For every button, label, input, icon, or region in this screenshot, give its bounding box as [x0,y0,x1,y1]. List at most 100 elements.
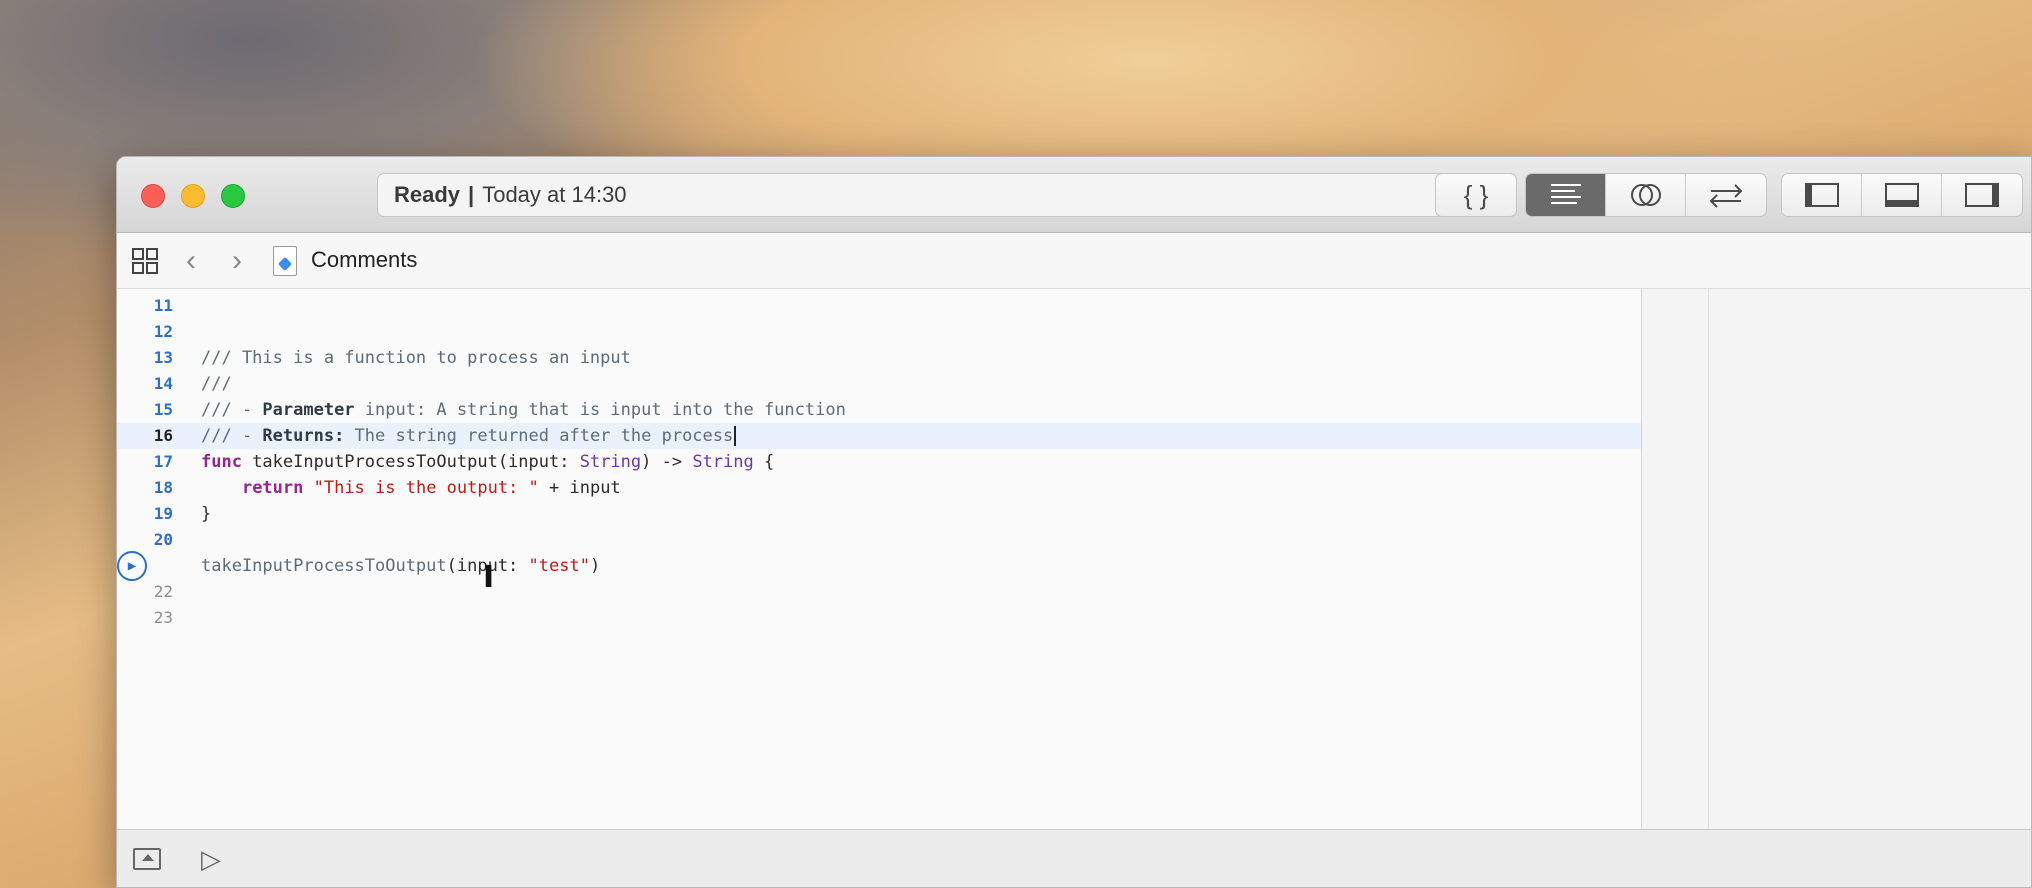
code-token: /// - [201,426,263,446]
line-number: 16 [153,426,173,445]
code-token: takeInputProcessToOutput(input: [241,452,580,472]
line-number: 20 [153,530,173,549]
code-line: 11 [117,293,1641,319]
results-divider [1708,289,1709,829]
line-number: 17 [153,452,173,471]
code-line: 18 return "This is the output: " + input [117,475,1641,501]
library-button-group: { } [1435,173,1517,217]
status-separator: | [468,182,475,207]
related-items-button[interactable] [131,247,159,275]
code-line: ▶ takeInputProcessToOutput(input: "test") [117,551,1641,581]
code-text: return "This is the output: " + input [201,475,621,501]
debug-area-toggle-button[interactable] [1862,174,1942,216]
status-time: Today at 14:30 [482,182,627,207]
status-ready: Ready [394,182,461,207]
playground-window: Ready | Today at 14:30 { } ‹ › Comments … [116,156,2032,888]
show-debug-area-button[interactable] [133,848,161,870]
line-number: 14 [153,374,173,393]
jump-bar: ‹ › Comments [117,233,2031,289]
close-window-button[interactable] [141,184,165,208]
code-snippet-library-button[interactable]: { } [1436,174,1516,216]
code-line: 19} [117,501,1641,527]
code-line: 16 /// - Returns: The string returned aft… [117,423,1641,449]
inspector-panel-icon [1965,183,1999,207]
code-token: String [579,452,642,472]
line-number: 23 [153,608,173,627]
breadcrumb-file[interactable]: Comments [311,247,417,273]
execute-playground-button[interactable]: ▷ [201,844,221,875]
standard-editor-icon [1550,184,1581,204]
grid-icon [132,248,158,274]
editor-mode-group [1525,173,1767,217]
code-line: 15 /// - Parameter input: A string that i… [117,397,1641,423]
code-line: 13 /// This is a function to process an i… [117,345,1641,371]
standard-editor-button[interactable] [1526,174,1606,216]
chevron-right-icon: › [232,244,242,277]
run-to-line-button[interactable]: ▶ [117,551,147,581]
code-text: /// This is a function to process an inp… [201,345,631,371]
version-editor-button[interactable] [1686,174,1766,216]
code-line: 20 [117,527,1641,553]
back-button[interactable]: ‹ [179,244,203,277]
activity-status: Ready | Today at 14:30 [377,173,1517,217]
code-text: /// - Returns: The string returned after… [201,423,737,449]
code-line: 17 func takeInputProcessToOutput(input: S… [117,449,1641,475]
code-line: 23 [117,605,1641,631]
line-number: 22 [153,582,173,601]
code-text: /// - Parameter input: A string that is … [201,397,846,423]
code-text: /// [201,371,232,397]
debug-panel-icon [1884,183,1919,207]
code-token: /// [201,374,232,394]
inspector-toggle-button[interactable] [1942,174,2022,216]
code-token: input: A string that is input into the f… [354,400,846,420]
ibeam-cursor-icon: I [483,560,495,595]
code-token: /// - [201,400,263,420]
results-sidebar [1641,289,2031,829]
code-line: 14 /// [117,371,1641,397]
panel-toggle-group [1781,173,2023,217]
code-token: Parameter [262,400,355,420]
code-token: String [692,452,754,472]
code-token: + input [538,478,621,498]
assistant-editor-button[interactable] [1606,174,1686,216]
forward-button[interactable]: › [225,244,249,277]
minimize-window-button[interactable] [181,184,205,208]
code-line: 12 [117,319,1641,345]
code-text: takeInputProcessToOutput(input: "test") [201,553,600,579]
code-token: "test" [528,556,590,576]
play-icon: ▷ [201,844,221,874]
code-token: The string returned after the process [344,426,734,446]
navigator-toggle-button[interactable] [1782,174,1862,216]
line-number: 15 [153,400,173,419]
version-editor-icon [1709,184,1743,208]
code-token: Returns: [262,426,345,446]
title-bar: Ready | Today at 14:30 { } [117,157,2031,233]
swift-file-icon [273,246,297,276]
debug-bar: ▷ [117,829,2031,887]
code-token: "This is the output: " [303,478,539,498]
text-caret [734,426,737,446]
assistant-editor-icon [1630,184,1661,206]
line-number: 13 [153,348,173,367]
code-token: ) [589,556,601,576]
code-text: func takeInputProcessToOutput(input: Str… [201,449,774,475]
code-editor[interactable]: 11 12 13 /// This is a function to process … [117,289,1641,829]
code-token: { [753,452,775,472]
line-number: 12 [153,322,173,341]
line-number: 11 [153,296,173,315]
code-token: return [241,478,304,498]
code-token: func [201,452,242,472]
code-token: takeInputProcessToOutput [201,556,447,576]
navigator-panel-icon [1804,183,1839,207]
braces-icon: { } [1463,179,1489,210]
code-token: /// This is a function to process an inp… [201,348,631,368]
chevron-left-icon: ‹ [186,244,196,277]
line-number: 19 [153,504,173,523]
zoom-window-button[interactable] [221,184,245,208]
line-number: 18 [153,478,173,497]
code-token: ) -> [641,452,693,472]
code-text: } [201,501,211,527]
play-icon: ▶ [127,558,137,574]
code-line: 22 [117,579,1641,605]
